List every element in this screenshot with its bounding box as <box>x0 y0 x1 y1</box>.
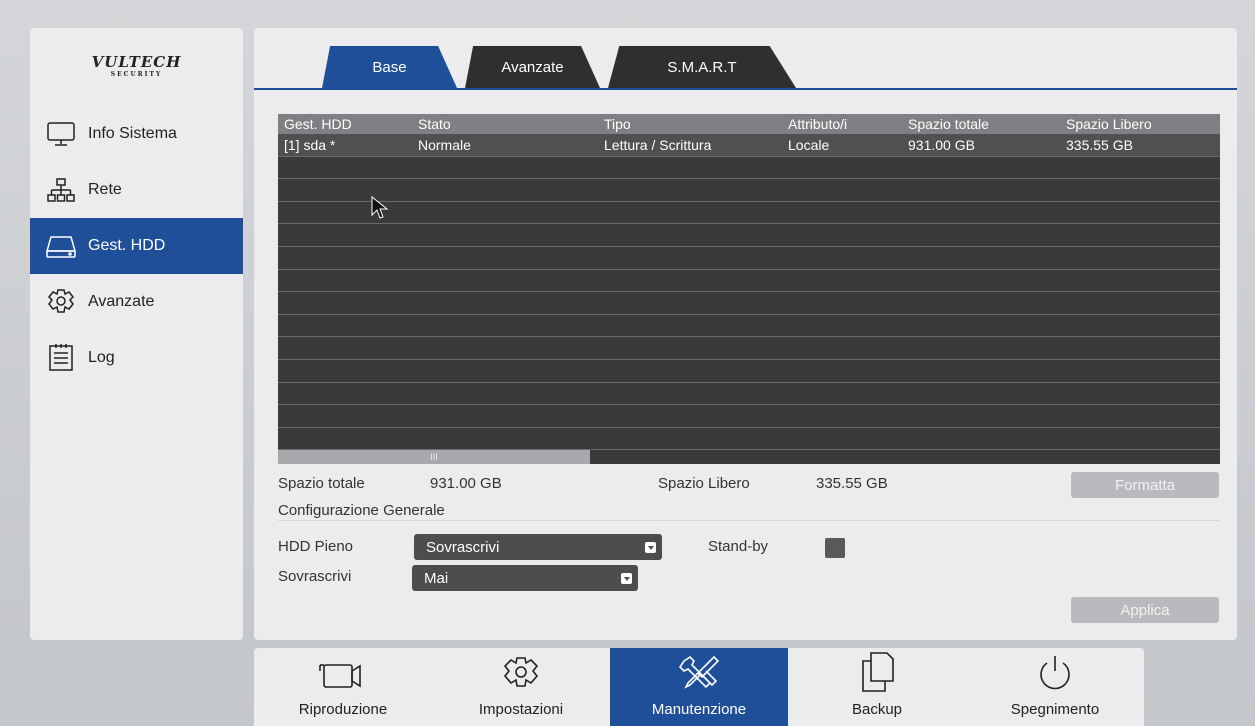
table-cell: Lettura / Scrittura <box>604 136 712 153</box>
sidebar: VULTECH SECURITY Info Sistema Rete Gest. … <box>30 28 243 640</box>
nav-label: Spegnimento <box>1010 701 1100 718</box>
nav-label: Riproduzione <box>298 701 388 718</box>
sidebar-item-log[interactable]: Log <box>30 330 243 386</box>
gear-icon <box>44 287 78 317</box>
dvr-screen: VULTECH SECURITY Info Sistema Rete Gest. … <box>0 0 1255 726</box>
sidebar-item-rete[interactable]: Rete <box>30 162 243 218</box>
table-scrollbar[interactable]: III <box>278 450 1220 464</box>
overwrite-label: Sovrascrivi <box>278 568 352 585</box>
table-row-empty[interactable] <box>278 157 1220 180</box>
tab-bar: Base Avanzate S.M.A.R.T <box>322 46 804 88</box>
brand-logo: VULTECH SECURITY <box>91 53 182 78</box>
hdd-icon <box>44 231 78 261</box>
column-header[interactable]: Gest. HDD <box>278 116 410 132</box>
overwrite-select[interactable]: Mai <box>412 565 638 591</box>
standby-checkbox[interactable] <box>825 538 845 558</box>
mouse-cursor-icon <box>371 196 389 219</box>
sidebar-item-avanzate[interactable]: Avanzate <box>30 274 243 330</box>
free-space-label: Spazio Libero <box>658 475 750 492</box>
nav-label: Backup <box>851 701 903 718</box>
hdd-table: Gest. HDD Stato Tipo Attributo/i Spazio … <box>278 114 1220 464</box>
total-space-value: 931.00 GB <box>430 475 502 492</box>
column-header[interactable]: Attributo/i <box>782 116 902 132</box>
sidebar-item-label: Avanzate <box>88 293 155 310</box>
sidebar-item-gest-hdd[interactable]: Gest. HDD <box>30 218 243 274</box>
column-header[interactable]: Tipo <box>596 116 782 132</box>
hdd-full-select[interactable]: Sovrascrivi <box>414 534 662 560</box>
table-row-empty[interactable] <box>278 179 1220 202</box>
divider <box>278 520 1220 521</box>
column-header[interactable]: Spazio totale <box>902 116 1060 132</box>
nav-manutenzione[interactable]: Manutenzione <box>610 648 788 726</box>
tab-smart[interactable]: S.M.A.R.T <box>608 46 796 88</box>
overwrite-value: Mai <box>424 569 449 587</box>
table-cell: 931.00 GB <box>908 136 975 153</box>
table-cell: 335.55 GB <box>1066 136 1133 153</box>
tab-avanzate[interactable]: Avanzate <box>465 46 600 88</box>
tab-base[interactable]: Base <box>322 46 457 88</box>
table-row-empty[interactable] <box>278 405 1220 428</box>
column-header[interactable]: Stato <box>410 116 596 132</box>
tools-icon <box>678 655 720 689</box>
sidebar-item-label: Log <box>88 349 115 366</box>
table-cell: Locale <box>788 136 830 153</box>
monitor-icon <box>44 119 78 149</box>
general-config-title: Configurazione Generale <box>278 502 445 519</box>
table-row-empty[interactable] <box>278 383 1220 406</box>
sidebar-item-label: Info Sistema <box>88 125 177 142</box>
nav-backup[interactable]: Backup <box>788 648 966 726</box>
nav-riproduzione[interactable]: Riproduzione <box>254 648 432 726</box>
table-cell: Normale <box>418 136 471 153</box>
table-cell: [1] sda * <box>284 136 336 153</box>
sidebar-item-label: Rete <box>88 181 122 198</box>
table-row-empty[interactable] <box>278 202 1220 225</box>
nav-label: Manutenzione <box>651 701 747 718</box>
table-row[interactable]: [1] sda * Normale Lettura / Scrittura Lo… <box>278 134 1220 157</box>
tab-underline <box>254 88 1237 90</box>
gear-icon <box>503 657 539 687</box>
table-row-empty[interactable] <box>278 292 1220 315</box>
nav-spegnimento[interactable]: Spegnimento <box>966 648 1144 726</box>
copy-icon <box>862 652 894 692</box>
power-icon <box>1040 656 1070 690</box>
standby-label: Stand-by <box>708 538 769 555</box>
sidebar-item-info-sistema[interactable]: Info Sistema <box>30 106 243 162</box>
network-icon <box>44 175 78 205</box>
table-row-empty[interactable] <box>278 224 1220 247</box>
chevron-down-icon <box>645 542 656 553</box>
camera-icon <box>319 664 361 688</box>
table-row-empty[interactable] <box>278 337 1220 360</box>
sidebar-item-label: Gest. HDD <box>88 237 166 254</box>
table-row-empty[interactable] <box>278 428 1220 451</box>
log-icon <box>44 343 78 373</box>
hdd-full-label: HDD Pieno <box>278 538 354 555</box>
scroll-thumb[interactable]: III <box>278 450 590 464</box>
table-header: Gest. HDD Stato Tipo Attributo/i Spazio … <box>278 114 1220 134</box>
table-row-empty[interactable] <box>278 247 1220 270</box>
bottom-nav: Riproduzione Impostazioni Manutenzione B… <box>254 648 1144 726</box>
hdd-full-value: Sovrascrivi <box>426 538 500 556</box>
column-header[interactable]: Spazio Libero <box>1060 116 1220 132</box>
total-space-label: Spazio totale <box>278 475 365 492</box>
format-button[interactable]: Formatta <box>1071 472 1219 498</box>
main-panel: Base Avanzate S.M.A.R.T Gest. HDD Stato … <box>254 28 1237 640</box>
sidebar-nav: Info Sistema Rete Gest. HDD Avanzate Log <box>30 106 243 386</box>
table-row-empty[interactable] <box>278 270 1220 293</box>
table-row-empty[interactable] <box>278 315 1220 338</box>
apply-button[interactable]: Applica <box>1071 597 1219 623</box>
nav-impostazioni[interactable]: Impostazioni <box>432 648 610 726</box>
chevron-down-icon <box>621 573 632 584</box>
table-row-empty[interactable] <box>278 360 1220 383</box>
free-space-value: 335.55 GB <box>816 475 888 492</box>
nav-label: Impostazioni <box>478 701 564 718</box>
